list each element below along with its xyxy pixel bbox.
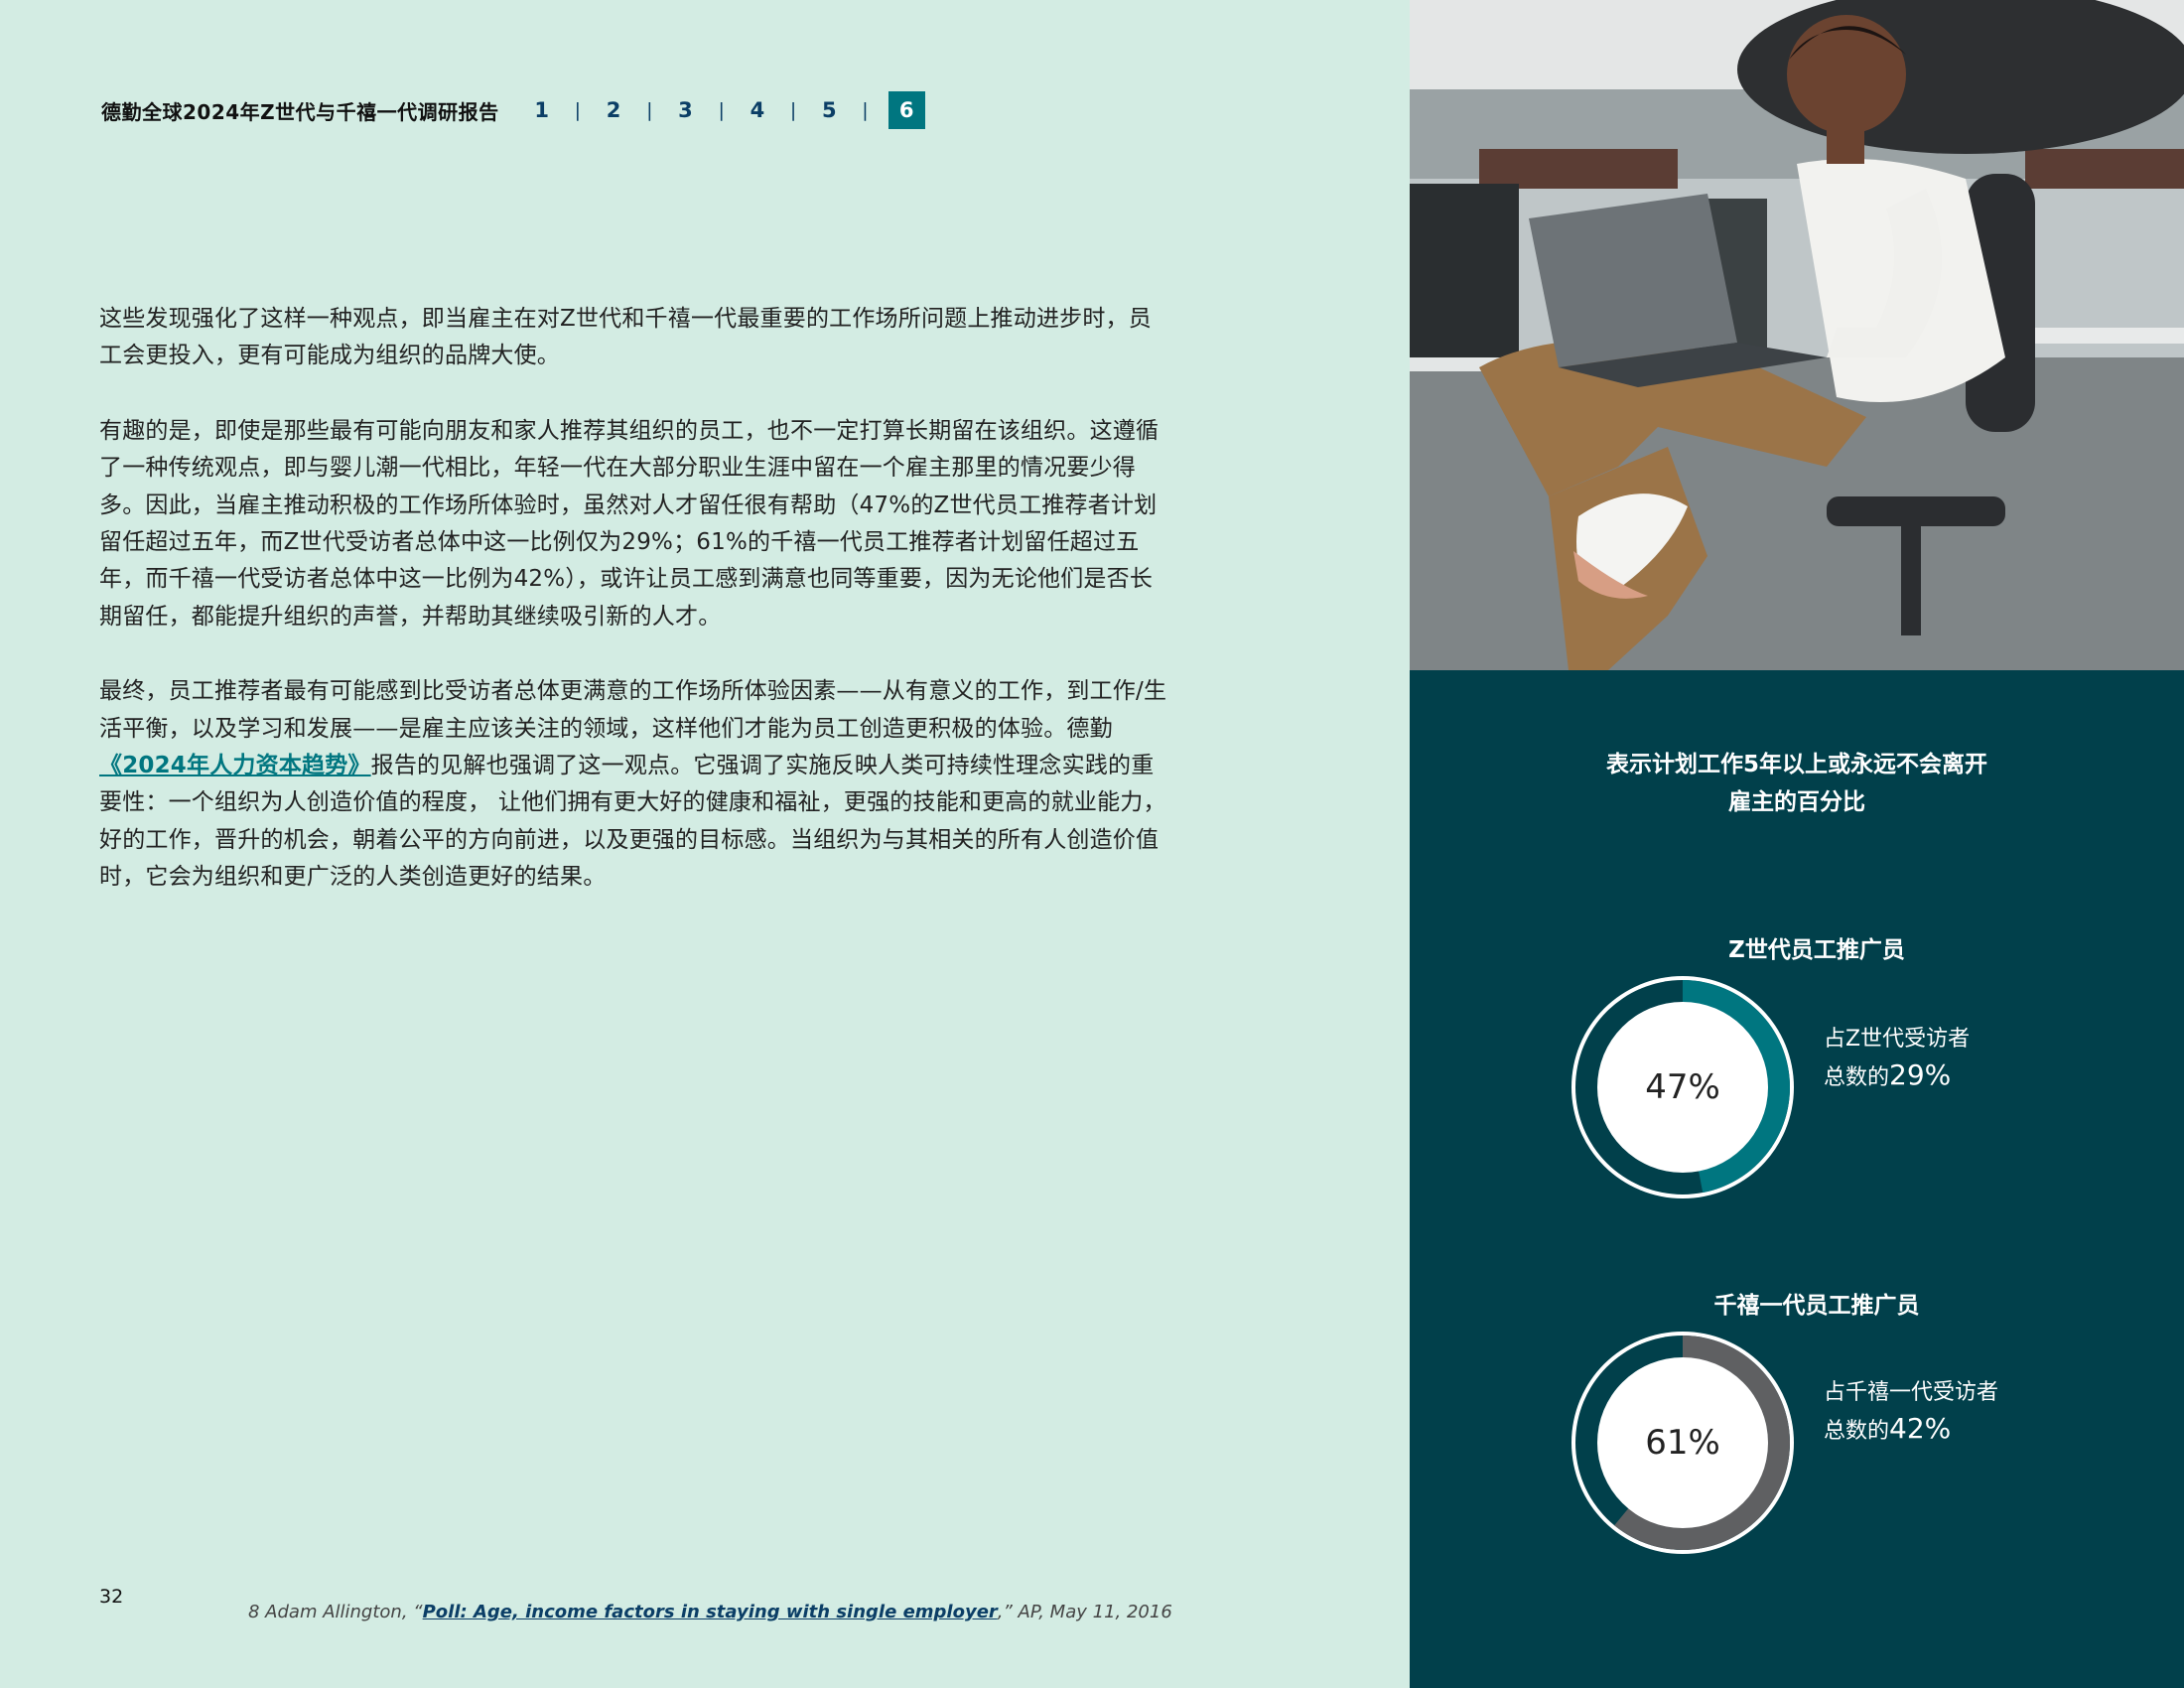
stats-panel: 表示计划工作5年以上或永远不会离开 雇主的百分比 Z世代员工推广员 47% 占Z… (1410, 670, 2184, 1688)
genz-label: Z世代员工推广员 (1728, 937, 1905, 963)
genz-donut-chart: 47% (1564, 968, 1802, 1206)
hero-photo (1410, 0, 2184, 670)
chapter-link-3[interactable]: 3 (672, 91, 698, 129)
millennial-caption-prefix: 总数的 (1824, 1419, 1890, 1444)
chapter-link-1[interactable]: 1 (529, 91, 555, 129)
paragraph-1: 这些发现强化了这样一种观点，即当雇主在对Z世代和千禧一代最重要的工作场所问题上推… (99, 306, 1152, 369)
footnote-source-link[interactable]: Poll: Age, income factors in staying wit… (423, 1602, 998, 1622)
genz-caption-value: 29% (1889, 1058, 1952, 1091)
footnote: 8 Adam Allington, “Poll: Age, income fac… (248, 1602, 1172, 1622)
chapter-link-5[interactable]: 5 (816, 91, 842, 129)
nav-divider: | (789, 99, 797, 121)
footnote-prefix: 8 Adam Allington, “ (248, 1602, 423, 1622)
genz-caption-line-1: 占Z世代受访者 (1824, 1027, 1971, 1052)
chapter-link-2[interactable]: 2 (601, 91, 626, 129)
millennial-donut-chart: 61% (1564, 1324, 1802, 1562)
nav-divider: | (862, 99, 869, 121)
nav-divider: | (646, 99, 653, 121)
millennial-caption: 占千禧一代受访者 总数的42% (1824, 1375, 1998, 1450)
genz-percent: 47% (1645, 1067, 1720, 1107)
chapter-link-4[interactable]: 4 (745, 91, 770, 129)
stats-title-line-1: 表示计划工作5年以上或永远不会离开 (1605, 752, 1987, 777)
page-number: 32 (99, 1586, 124, 1608)
photo-person-laptop-icon (1410, 0, 2184, 670)
chapter-nav: 1 | 2 | 3 | 4 | 5 | 6 (529, 91, 925, 129)
paragraph-3: 最终，员工推荐者最有可能感到比受访者总体更满意的工作场所体验因素——从有意义的工… (99, 673, 1171, 896)
millennial-percent: 61% (1645, 1423, 1720, 1463)
report-header: 德勤全球2024年Z世代与千禧一代调研报告 1 | 2 | 3 | 4 | 5 … (101, 91, 925, 129)
millennial-caption-line-2: 总数的42% (1824, 1411, 1998, 1450)
human-capital-trends-link[interactable]: 《2024年人力资本趋势》 (99, 753, 371, 778)
millennial-label: 千禧一代员工推广员 (1713, 1293, 1920, 1319)
paragraph-2: 有趣的是，即使是那些最有可能向朋友和家人推荐其组织的员工，也不一定打算长期留在该… (99, 417, 1160, 630)
nav-divider: | (574, 99, 582, 121)
paragraph-3-text-a: 最终，员工推荐者最有可能感到比受访者总体更满意的工作场所体验因素——从有意义的工… (99, 678, 1167, 742)
genz-caption: 占Z世代受访者 总数的29% (1824, 1022, 1970, 1096)
report-title: 德勤全球2024年Z世代与千禧一代调研报告 (101, 99, 499, 124)
millennial-caption-line-1: 占千禧一代受访者 (1824, 1380, 1999, 1405)
stats-title-line-2: 雇主的百分比 (1728, 789, 1865, 815)
chapter-link-6-active[interactable]: 6 (887, 91, 925, 129)
genz-caption-line-2: 总数的29% (1824, 1057, 1970, 1096)
footnote-suffix: ,” AP, May 11, 2016 (997, 1602, 1172, 1622)
stats-title: 表示计划工作5年以上或永远不会离开 雇主的百分比 (1410, 746, 2184, 821)
genz-caption-prefix: 总数的 (1824, 1065, 1890, 1090)
nav-divider: | (718, 99, 725, 121)
millennial-caption-value: 42% (1889, 1412, 1952, 1445)
article-body: 这些发现强化了这样一种观点，即当雇主在对Z世代和千禧一代最重要的工作场所问题上推… (99, 301, 1171, 934)
